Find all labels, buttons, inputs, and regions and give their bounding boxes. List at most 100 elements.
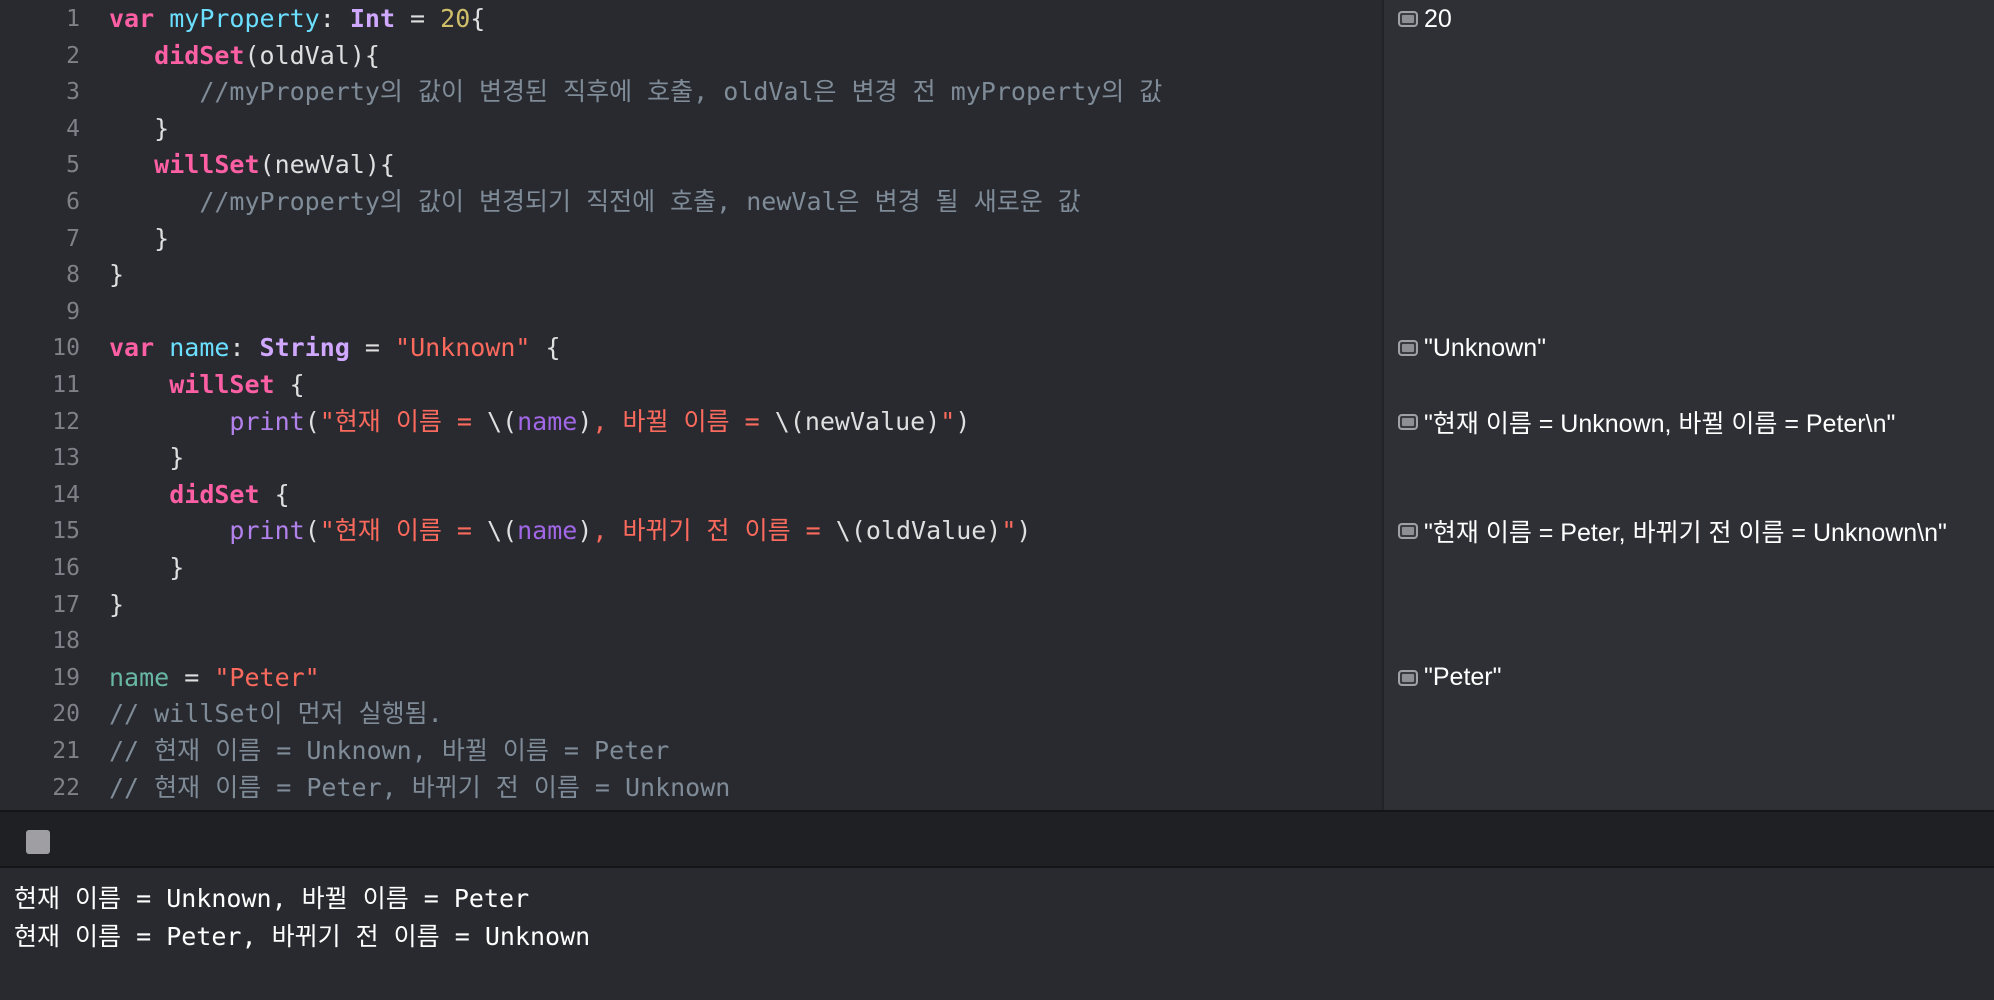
code-line[interactable]: } <box>109 257 124 293</box>
line-number: 11 <box>52 372 80 398</box>
code-token: = <box>169 662 215 692</box>
line-number: 21 <box>52 738 80 764</box>
code-line[interactable]: print("현재 이름 = \(name), 바뀌기 전 이름 = \(old… <box>109 513 1031 549</box>
code-token: ) <box>1016 516 1032 546</box>
quick-look-icon[interactable] <box>1398 340 1418 357</box>
quick-look-icon[interactable] <box>1398 523 1418 540</box>
code-token: didSet <box>169 479 260 509</box>
code-token: print <box>229 516 305 546</box>
code-line[interactable]: } <box>109 221 169 257</box>
line-number-gutter: 1 2 3 4 5 6 7 8 9 10 11 12 13 14 15 16 17 18 19 20 21 22 <box>0 0 88 810</box>
line-number: 6 <box>66 189 80 215</box>
quick-look-icon[interactable] <box>1398 669 1418 686</box>
result-row: "Peter" <box>1398 660 1502 696</box>
result-row: "현재 이름 = Peter, 바뀌기 전 이름 = Unknown\n" <box>1398 513 1947 549</box>
code-token: (newVal){ <box>259 150 395 180</box>
code-line[interactable]: } <box>109 111 169 147</box>
line-number: 7 <box>66 225 80 252</box>
code-token: \(oldValue) <box>835 516 1002 546</box>
code-token: // 현재 이름 = Peter, 바뀌기 전 이름 = Unknown <box>109 772 731 802</box>
code-token: 20 <box>440 4 471 33</box>
line-number: 12 <box>52 408 80 435</box>
line-number: 15 <box>52 518 80 545</box>
code-token: \( <box>487 516 518 546</box>
code-token: \(newValue) <box>774 406 941 436</box>
code-line[interactable]: var myProperty: Int = 20{ <box>109 1 485 37</box>
code-token: = <box>349 333 396 363</box>
code-token: willSet <box>154 150 260 180</box>
code-token: willSet <box>169 370 275 399</box>
code-line[interactable]: willSet(newVal){ <box>109 147 395 183</box>
code-token: ) <box>577 516 593 546</box>
code-token: "Unknown" <box>395 333 531 363</box>
code-line[interactable]: //myProperty의 값이 변경되기 직전에 호출, newVal은 변경… <box>109 184 1080 220</box>
code-line[interactable]: } <box>109 587 124 623</box>
code-line[interactable]: // willSet이 먼저 실행됨. <box>109 696 443 732</box>
code-token: : <box>319 4 350 33</box>
code-token: } <box>109 223 170 253</box>
code-line[interactable]: // 현재 이름 = Peter, 바뀌기 전 이름 = Unknown <box>109 770 730 806</box>
line-number: 20 <box>52 701 80 728</box>
debug-bar <box>0 810 1994 868</box>
code-line[interactable]: //myProperty의 값이 변경된 직후에 호출, oldVal은 변경 … <box>109 74 1162 110</box>
code-token: } <box>109 260 125 290</box>
code-line[interactable]: } <box>109 440 184 476</box>
result-value: "Peter" <box>1424 663 1502 692</box>
code-line[interactable]: didSet { <box>109 477 290 513</box>
code-line[interactable]: // 현재 이름 = Unknown, 바뀔 이름 = Peter <box>109 733 669 769</box>
line-number: 8 <box>66 262 80 289</box>
code-token: "Peter" <box>214 662 320 692</box>
result-value: "현재 이름 = Peter, 바뀌기 전 이름 = Unknown\n" <box>1424 519 1947 548</box>
line-number: 17 <box>52 591 80 618</box>
code-token: } <box>109 553 185 582</box>
code-token: ( <box>304 406 320 436</box>
line-number: 2 <box>66 42 80 69</box>
code-token: " <box>940 406 956 436</box>
code-token: String <box>259 333 350 363</box>
line-number: 9 <box>66 298 80 325</box>
code-token: , 바뀔 이름 = <box>592 406 775 436</box>
line-number: 18 <box>52 628 80 655</box>
line-number: 19 <box>52 664 80 691</box>
line-number: 5 <box>66 152 80 179</box>
code-editor[interactable]: 1 2 3 4 5 6 7 8 9 10 11 12 13 14 15 16 17 18 19 20 21 22 var … <box>0 0 1382 810</box>
code-token: ( <box>304 516 320 546</box>
code-token: //myProperty의 값이 변경된 직후에 호출, oldVal은 변경 … <box>199 77 1163 107</box>
code-token: var <box>109 4 155 33</box>
code-token: print <box>229 406 305 436</box>
code-token: { <box>274 370 305 399</box>
stop-button[interactable] <box>26 830 50 854</box>
console-line: 현재 이름 = Unknown, 바뀔 이름 = Peter <box>14 884 530 913</box>
code-line[interactable]: willSet { <box>109 367 305 403</box>
code-token: { <box>259 479 290 509</box>
line-number: 13 <box>52 445 80 472</box>
code-line[interactable]: var name: String = "Unknown" { <box>109 330 561 366</box>
code-token: = <box>395 4 441 33</box>
code-token: { <box>530 333 561 363</box>
code-token: name <box>169 333 230 363</box>
quick-look-icon[interactable] <box>1398 413 1418 430</box>
code-token: myProperty <box>169 4 320 33</box>
code-token: var <box>109 333 155 363</box>
line-number: 22 <box>52 774 80 801</box>
code-token: ) <box>577 406 593 436</box>
code-token: { <box>470 4 486 33</box>
code-token: // 현재 이름 = Unknown, 바뀔 이름 = Peter <box>109 736 670 765</box>
result-row: 20 <box>1398 1 1452 37</box>
code-line[interactable]: name = "Peter" <box>109 660 320 696</box>
code-token: // willSet이 먼저 실행됨. <box>109 699 443 729</box>
code-token: "현재 이름 = <box>319 516 488 546</box>
quick-look-icon[interactable] <box>1398 11 1418 27</box>
result-value: 20 <box>1424 4 1452 33</box>
code-line[interactable]: didSet(oldVal){ <box>109 38 380 74</box>
code-token: : <box>229 333 260 363</box>
code-line[interactable]: } <box>109 550 184 586</box>
code-line[interactable]: print("현재 이름 = \(name), 바뀔 이름 = \(newVal… <box>109 404 970 440</box>
